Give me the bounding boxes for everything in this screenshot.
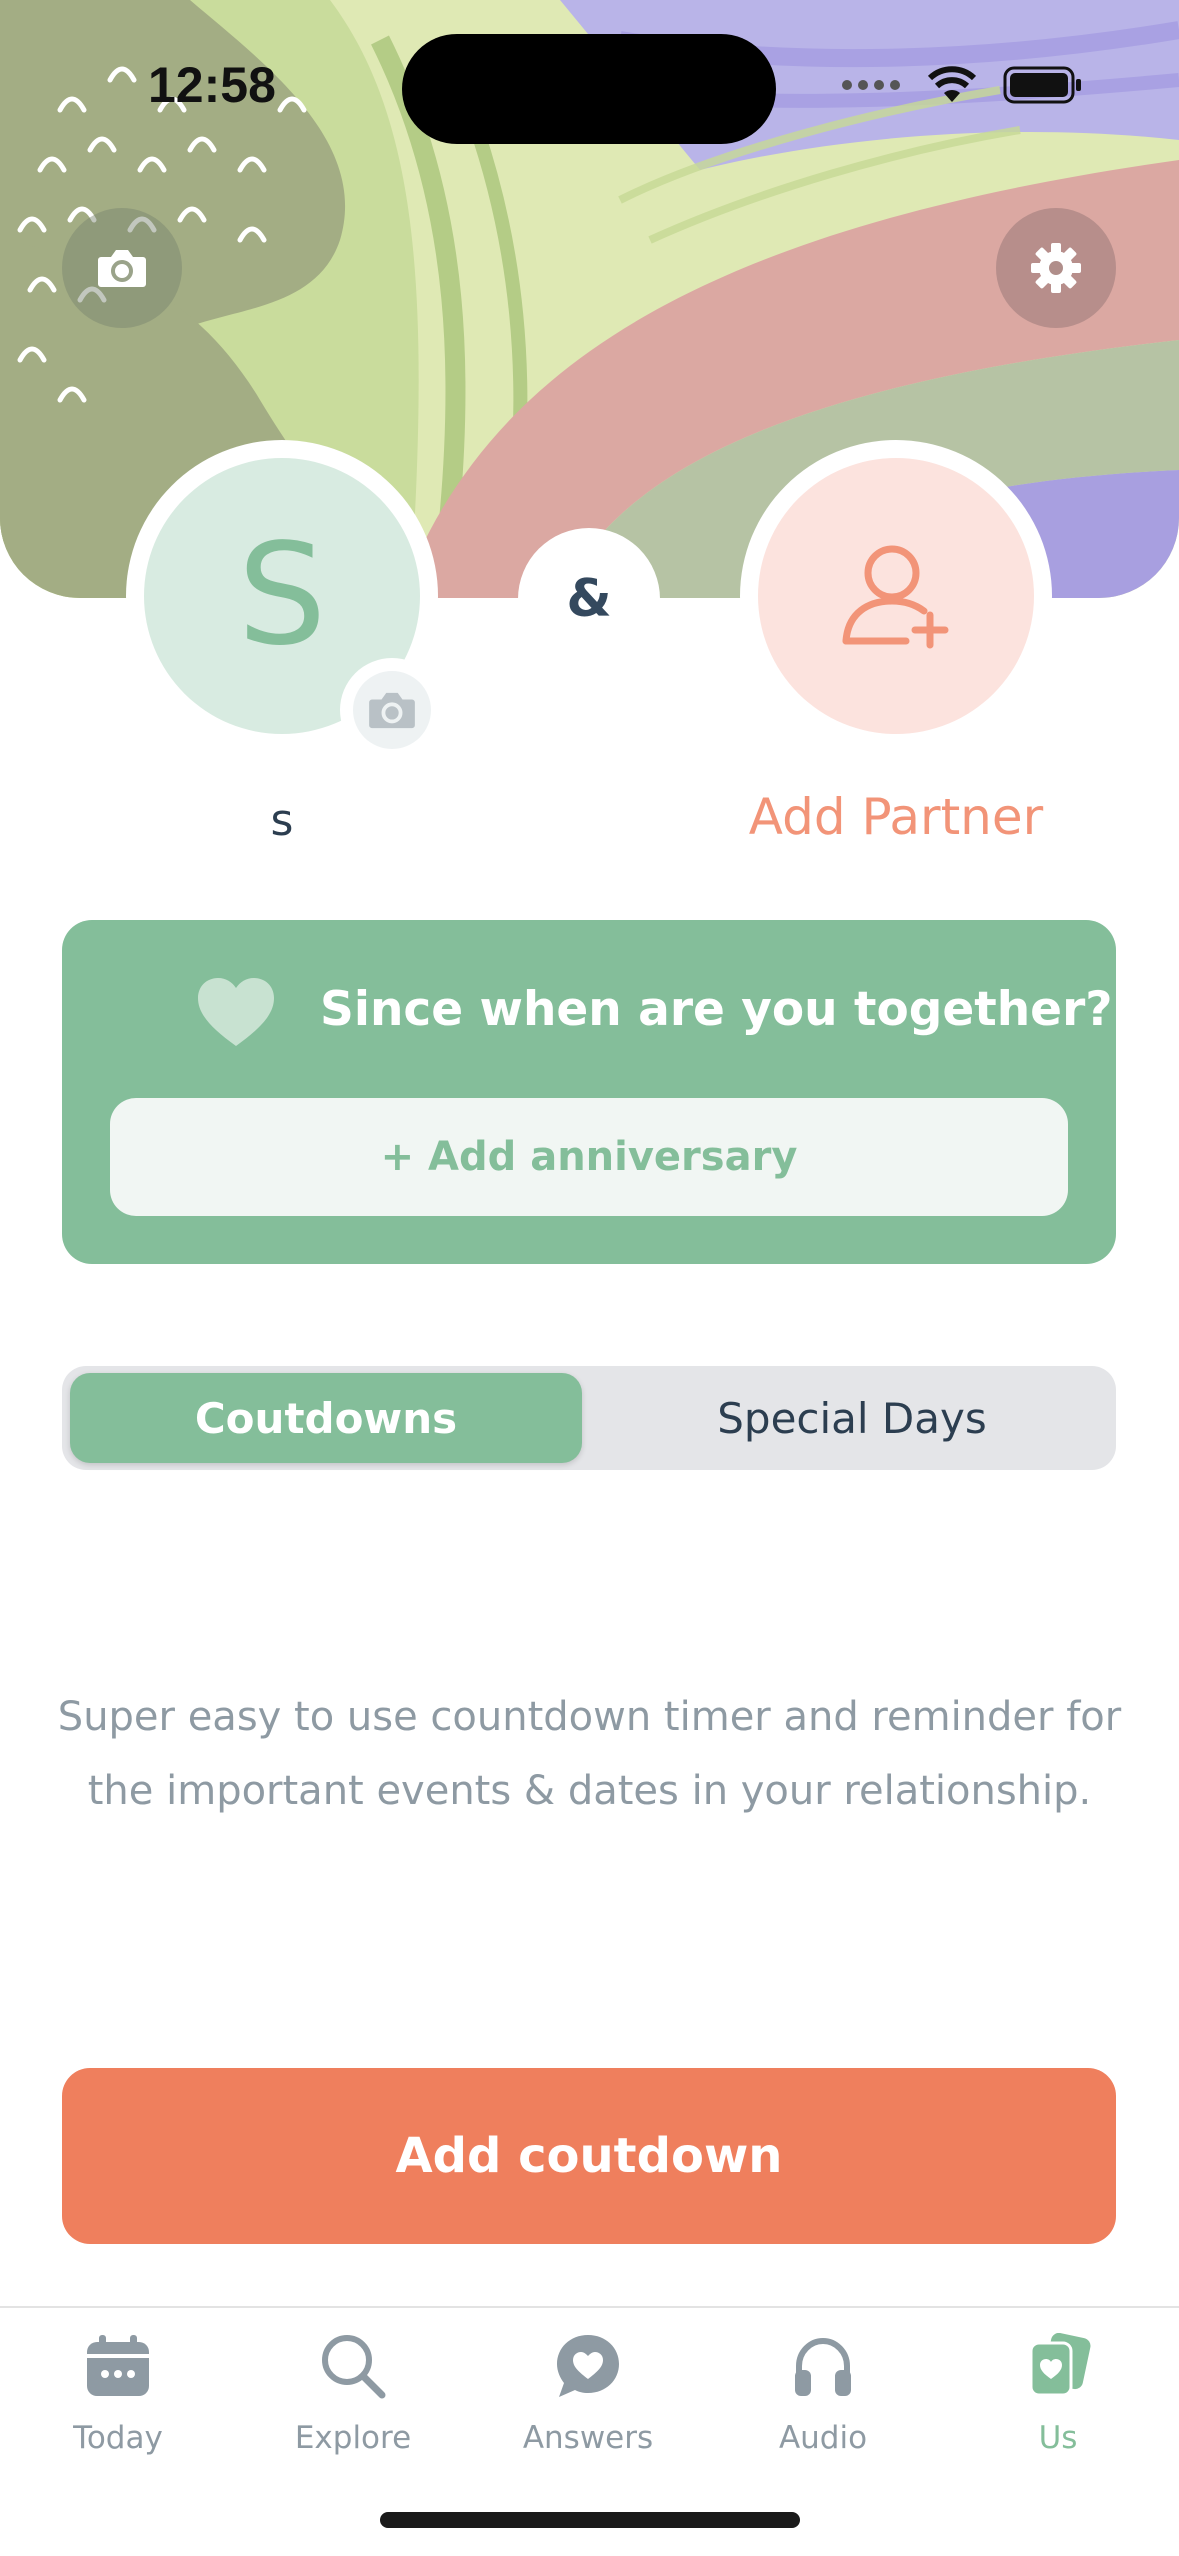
add-partner-link[interactable]: Add Partner <box>696 788 1096 846</box>
search-icon <box>322 2335 386 2399</box>
dynamic-island <box>402 34 776 144</box>
tab-label: Today <box>73 2420 163 2456</box>
heart-icon <box>198 978 274 1046</box>
add-user-icon <box>842 545 949 649</box>
camera-icon <box>369 692 415 729</box>
cards-heart-icon <box>1029 2333 1091 2397</box>
signal-icon <box>842 80 900 90</box>
tab-label: Explore <box>294 2420 412 2456</box>
add-countdown-button[interactable]: Add coutdown <box>62 2068 1116 2244</box>
avatar-initial: S <box>237 514 327 677</box>
tab-explore[interactable]: Explore <box>253 2326 453 2456</box>
status-time: 12:58 <box>148 57 276 113</box>
tab-answers[interactable]: Answers <box>488 2326 688 2456</box>
anniversary-title: Since when are you together? <box>320 982 1113 1037</box>
tab-label: Audio <box>778 2420 868 2456</box>
headphones-icon <box>795 2337 851 2396</box>
add-anniversary-button[interactable]: + Add anniversary <box>110 1098 1068 1216</box>
chat-heart-icon <box>557 2335 619 2397</box>
camera-icon <box>98 250 146 287</box>
tab-today[interactable]: Today <box>18 2326 218 2456</box>
add-partner-avatar[interactable] <box>740 440 1052 752</box>
couple-connector: & <box>518 528 660 670</box>
tab-special-days[interactable]: Special Days <box>596 1373 1108 1463</box>
status-icons <box>841 66 1083 104</box>
tab-label: Answers <box>522 2420 654 2456</box>
partner-avatar-circle <box>758 458 1034 734</box>
tab-us[interactable]: Us <box>958 2326 1158 2456</box>
avatar-camera-button[interactable] <box>340 658 444 762</box>
empty-state-description: Super easy to use countdown timer and re… <box>57 1694 1122 1814</box>
my-avatar[interactable]: S <box>126 440 444 762</box>
cover-photo-button[interactable] <box>62 208 182 328</box>
tab-audio[interactable]: Audio <box>723 2326 923 2456</box>
calendar-icon <box>87 2335 149 2396</box>
tab-label: Us <box>1038 2420 1078 2456</box>
my-name[interactable]: s <box>182 795 382 846</box>
gear-icon <box>1031 243 1081 293</box>
wifi-icon <box>927 66 977 102</box>
tab-countdowns[interactable]: Coutdowns <box>70 1373 582 1463</box>
settings-button[interactable] <box>996 208 1116 328</box>
battery-icon <box>1003 66 1081 104</box>
home-indicator <box>380 2512 800 2528</box>
